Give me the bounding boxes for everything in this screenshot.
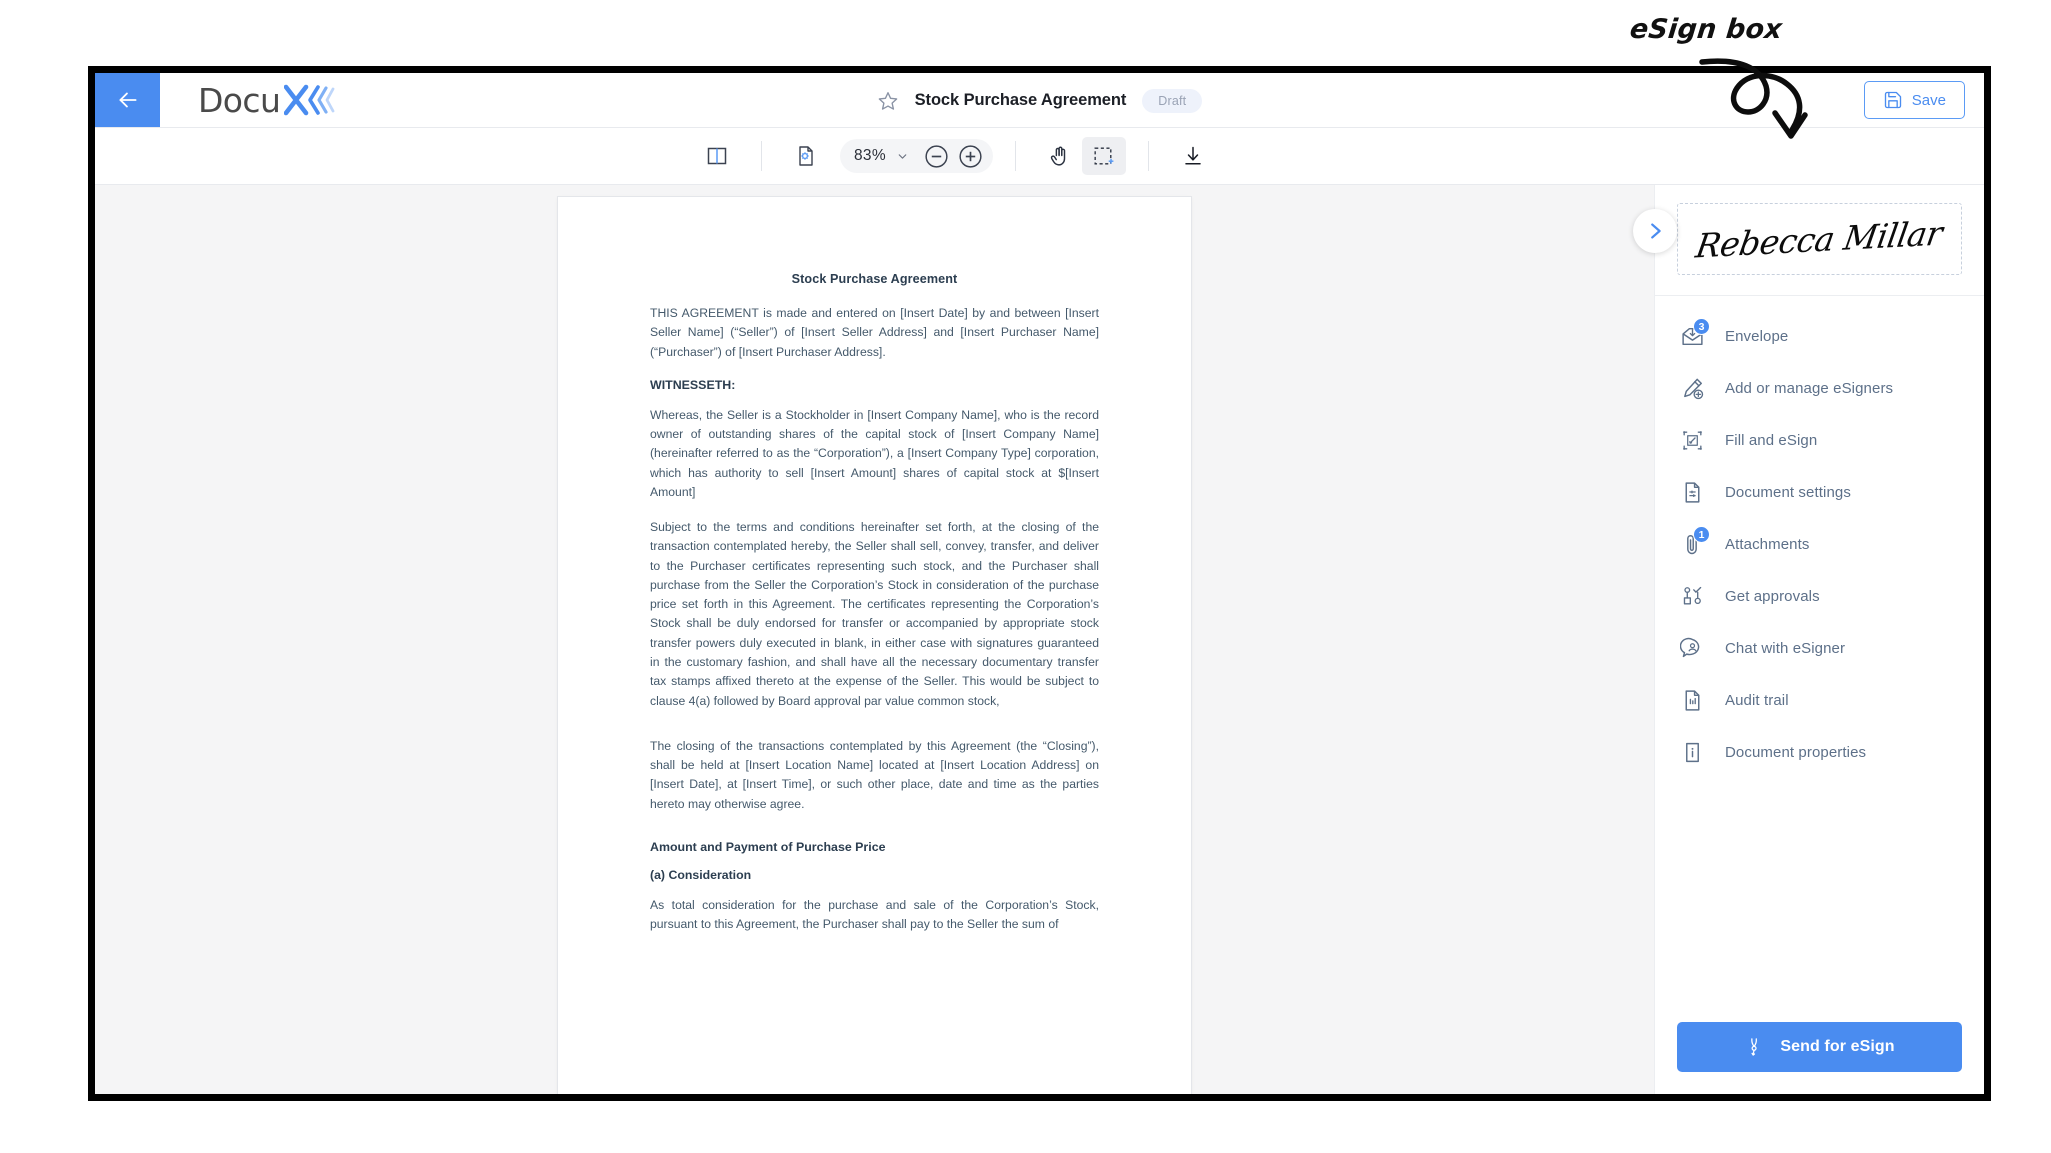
download-button[interactable] bbox=[1171, 137, 1215, 175]
doc-paragraph: Whereas, the Seller is a Stockholder in … bbox=[650, 407, 1099, 499]
sidebar-item-label: Audit trail bbox=[1725, 691, 1789, 709]
esign-box[interactable]: Rebecca Millar bbox=[1677, 203, 1962, 275]
info-document-icon bbox=[1677, 737, 1707, 767]
zoom-control-group: 83% bbox=[840, 139, 993, 173]
sidebar-item-label: Fill and eSign bbox=[1725, 431, 1818, 449]
doc-paragraph: As total consideration for the purchase … bbox=[650, 897, 1099, 932]
app-header: Docu Stock Purchase Agreement Draft Save bbox=[95, 73, 1984, 128]
badge-count: 1 bbox=[1693, 526, 1710, 543]
sidebar-item-envelope[interactable]: 3 Envelope bbox=[1655, 310, 1984, 362]
pen-nib-icon bbox=[1751, 1038, 1758, 1056]
sidebar-item-add-esigners[interactable]: Add or manage eSigners bbox=[1655, 362, 1984, 414]
doc-paragraph: THIS AGREEMENT is made and entered on [I… bbox=[650, 306, 1099, 359]
send-for-esign-button[interactable]: Send for eSign bbox=[1677, 1022, 1962, 1072]
sidebar-item-label: Add or manage eSigners bbox=[1725, 379, 1894, 397]
zoom-in-button[interactable] bbox=[957, 142, 985, 170]
zoom-level-value: 83% bbox=[854, 147, 886, 164]
page-gear-icon bbox=[799, 146, 813, 166]
split-panel-icon bbox=[707, 147, 727, 165]
hand-tool-icon bbox=[1051, 146, 1066, 166]
sidebar-item-label: Document properties bbox=[1725, 743, 1867, 761]
doc-page-title: Stock Purchase Agreement bbox=[791, 272, 958, 286]
toolbar-divider-1 bbox=[761, 141, 762, 171]
save-label: Save bbox=[1911, 91, 1946, 109]
doc-heading-witnesseth: WITNESSETH: bbox=[650, 377, 736, 392]
status-badge: Draft bbox=[1142, 88, 1203, 113]
chevron-down-icon bbox=[898, 153, 907, 159]
floppy-disk-icon bbox=[1884, 91, 1901, 109]
sidebar-item-document-settings[interactable]: Document settings bbox=[1655, 466, 1984, 518]
main-body: THIS AGREEMENT is made and entered on [I… bbox=[95, 185, 1984, 1094]
brand-x-mark bbox=[284, 82, 340, 118]
download-icon bbox=[1185, 146, 1201, 165]
annotation-label: eSign box bbox=[1628, 14, 1784, 45]
sidebar-item-fill-esign[interactable]: Fill and eSign bbox=[1655, 414, 1984, 466]
app-window-frame: Docu Stock Purchase Agreement Draft Save… bbox=[88, 66, 1991, 1101]
page-settings-button[interactable] bbox=[784, 137, 828, 175]
toolbar-divider-2 bbox=[1014, 141, 1016, 171]
plus-circle-icon bbox=[959, 144, 983, 168]
doc-paragraph: The closing of the transactions contempl… bbox=[650, 738, 1099, 811]
marquee-select-button[interactable] bbox=[1081, 137, 1126, 175]
sidebar-item-document-properties[interactable]: Document properties bbox=[1655, 726, 1984, 778]
sidebar-item-chat-esigner[interactable]: Chat with eSigner bbox=[1655, 622, 1984, 674]
hand-tool-button[interactable] bbox=[1038, 137, 1082, 175]
toolbar-divider-3 bbox=[1147, 141, 1149, 171]
sidebar-collapse-button[interactable] bbox=[1633, 209, 1677, 253]
sidebar-item-label: Attachments bbox=[1725, 535, 1810, 553]
esign-sidebar: Rebecca Millar 3 Envelope Add or manage … bbox=[1633, 185, 1984, 1094]
sidebar-item-attachments[interactable]: 1 Attachments bbox=[1655, 518, 1984, 570]
audit-trail-icon bbox=[1677, 685, 1707, 715]
sidebar-item-audit-trail[interactable]: Audit trail bbox=[1655, 674, 1984, 726]
envelope-icon: 3 bbox=[1677, 318, 1710, 351]
brand-name: Docu bbox=[198, 80, 281, 120]
send-for-esign-label: Send for eSign bbox=[1780, 1038, 1895, 1055]
sidebar-item-label: Document settings bbox=[1725, 483, 1851, 501]
sidebar-menu: 3 Envelope Add or manage eSigners Fill a… bbox=[1655, 296, 1984, 1022]
panel-toggle-button[interactable] bbox=[695, 137, 739, 175]
zoom-dropdown-button[interactable] bbox=[896, 150, 909, 163]
document-viewer[interactable]: THIS AGREEMENT is made and entered on [I… bbox=[95, 185, 1654, 1094]
pen-add-icon bbox=[1677, 373, 1707, 403]
brand-logo[interactable]: Docu bbox=[160, 73, 340, 127]
document-page: THIS AGREEMENT is made and entered on [I… bbox=[558, 197, 1191, 1094]
badge-count: 3 bbox=[1693, 318, 1710, 335]
paperclip-icon: 1 bbox=[1677, 526, 1710, 559]
header-center-group: Stock Purchase Agreement Draft bbox=[95, 73, 1984, 128]
document-toolbar: 83% bbox=[95, 128, 1984, 185]
document-title: Stock Purchase Agreement bbox=[914, 91, 1127, 109]
sidebar-item-get-approvals[interactable]: Get approvals bbox=[1655, 570, 1984, 622]
signature-value: Rebecca Millar bbox=[1693, 212, 1946, 266]
doc-subheading-consideration: (a) Consideration bbox=[650, 867, 752, 882]
back-button[interactable] bbox=[95, 73, 160, 127]
sidebar-footer: Send for eSign bbox=[1655, 1022, 1984, 1094]
save-button[interactable]: Save bbox=[1863, 81, 1965, 119]
arrow-left-icon bbox=[118, 92, 137, 108]
document-settings-icon bbox=[1677, 477, 1707, 507]
esign-box-container: Rebecca Millar bbox=[1655, 185, 1984, 296]
minus-circle-icon bbox=[925, 144, 949, 168]
chat-user-icon bbox=[1677, 633, 1707, 663]
star-icon[interactable] bbox=[877, 90, 899, 112]
sidebar-item-label: Envelope bbox=[1725, 327, 1789, 345]
zoom-out-button[interactable] bbox=[923, 142, 951, 170]
doc-paragraph: Subject to the terms and conditions here… bbox=[650, 520, 1099, 708]
marquee-select-icon bbox=[1094, 146, 1114, 164]
sidebar-item-label: Chat with eSigner bbox=[1725, 639, 1846, 657]
sidebar-item-label: Get approvals bbox=[1725, 587, 1820, 605]
doc-heading-amount: Amount and Payment of Purchase Price bbox=[650, 839, 886, 854]
header-right-group: Save bbox=[1863, 73, 1984, 127]
chevron-right-icon bbox=[1651, 223, 1661, 239]
fill-sign-icon bbox=[1677, 425, 1707, 455]
approvals-icon bbox=[1677, 581, 1707, 611]
